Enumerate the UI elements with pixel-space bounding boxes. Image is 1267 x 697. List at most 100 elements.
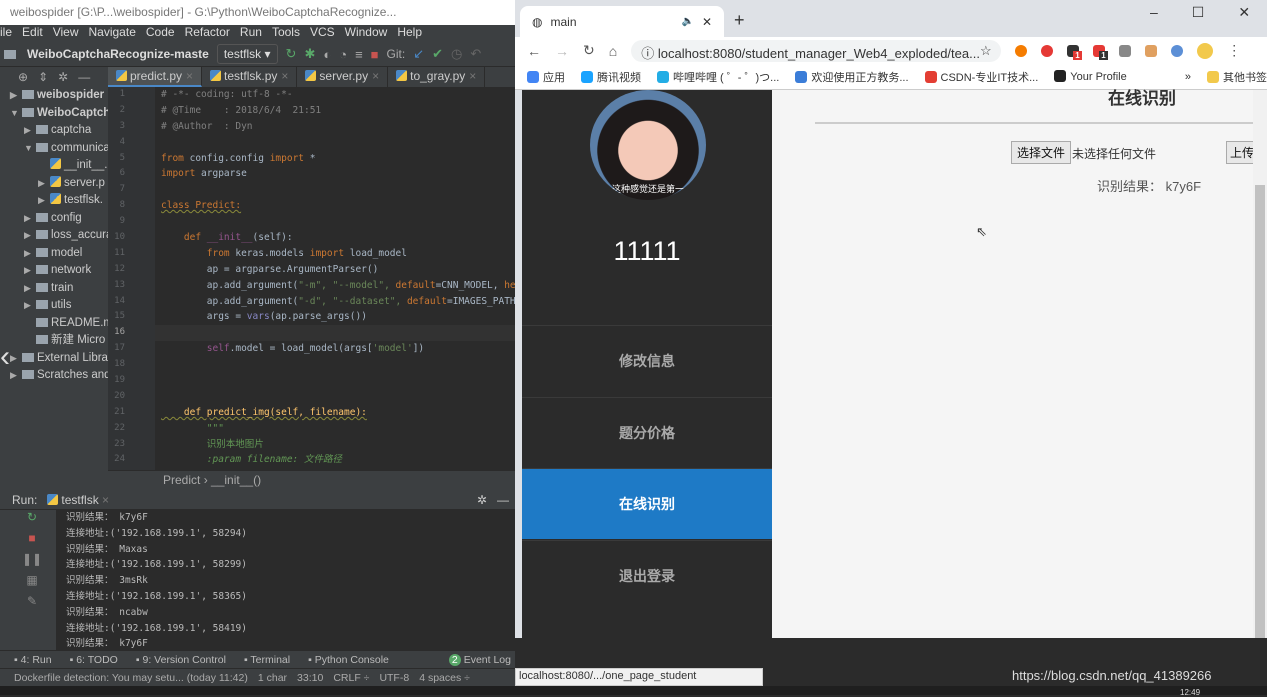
coverage-icon[interactable]: ◐ [323,47,331,62]
debug-icon[interactable]: ✱ [304,46,315,62]
minimize-icon[interactable]: – [1150,4,1158,21]
browser-tab[interactable]: ◍ main 🔈 ✕ [520,6,724,37]
git-commit-icon[interactable]: ✔ [432,46,443,62]
close-tab-icon[interactable]: ✕ [702,15,712,29]
status-encoding[interactable]: UTF-8 [379,672,409,684]
bookmark-item[interactable]: CSDN-专业IT技术... [924,69,1038,85]
home-icon[interactable]: ⌂ [609,43,617,59]
tree-item[interactable]: ▶ model [0,245,108,263]
tree-item[interactable]: ▶ utils [0,297,108,315]
breadcrumb-class[interactable]: Predict [163,473,200,487]
gear-icon[interactable]: ✲ [58,70,68,84]
menu-item-tools[interactable]: Tools [272,25,300,42]
extension-icon[interactable]: 1 [1093,44,1108,60]
pause-icon[interactable]: ❚❚ [8,552,56,573]
close-icon[interactable]: × [102,493,109,507]
run-tab[interactable]: testflsk × [47,493,109,507]
forward-icon[interactable]: → [555,43,569,59]
history-icon[interactable]: ◷ [451,46,462,62]
sidebar-item[interactable]: 退出登录 [522,539,772,611]
sidebar-item[interactable]: 修改信息 [522,325,772,396]
layout-icon[interactable]: ▦ [8,573,56,594]
locate-icon[interactable]: ⊕ [18,70,28,84]
bookmark-item[interactable]: 应用 [527,69,565,85]
audio-icon[interactable]: 🔈 [681,16,693,27]
project-name[interactable]: WeiboCaptchaRecognize-maste [27,47,209,61]
tree-item[interactable]: ▶ Scratches and [0,367,108,385]
tree-item[interactable]: ▶ loss_accura [0,227,108,245]
tree-item[interactable]: ▶ testflsk. [0,192,108,210]
menu-item-run[interactable]: Run [240,25,262,42]
bookmark-item[interactable]: Your Profile [1054,70,1127,83]
tree-item[interactable]: ▼ communica [0,140,108,158]
bookmark-star-icon[interactable]: ☆ [980,43,992,59]
status-message[interactable]: Dockerfile detection: You may setu... (t… [14,672,248,684]
tree-item[interactable]: ▶ config [0,210,108,228]
tab-server-py[interactable]: server.py × [297,67,389,87]
menu-item-refactor[interactable]: Refactor [185,25,230,42]
chevron-right-icon[interactable]: ▶ [24,297,36,315]
chevron-right-icon[interactable]: ▶ [24,122,36,140]
tab-predict-py[interactable]: predict.py × [108,67,203,87]
chevron-down-icon[interactable]: ▼ [24,140,36,158]
tree-item[interactable]: ▶ weibospider [0,87,108,105]
scrollbar-thumb[interactable] [1255,185,1265,638]
tab-to_gray-py[interactable]: to_gray.py × [388,67,486,87]
chevron-right-icon[interactable]: ▶ [38,192,50,210]
menu-item-edit[interactable]: Edit [22,25,43,42]
tool-window-versioncontrol[interactable]: ▪ 9: Version Control [136,654,226,666]
choose-file-button[interactable]: 选择文件 [1011,141,1072,164]
more-menu-icon[interactable]: ⋮ [1227,42,1241,59]
chevron-right-icon[interactable]: ▶ [24,227,36,245]
extension-icon[interactable] [1145,44,1158,57]
tool-window-terminal[interactable]: ▪ Terminal [244,654,290,666]
profile-avatar[interactable] [1197,42,1214,59]
menu-item-navigate[interactable]: Navigate [89,25,136,42]
run-config-select[interactable]: testflsk ▾ [216,44,278,64]
chevron-right-icon[interactable]: ▶ [24,262,36,280]
menu-item-vcs[interactable]: VCS [310,25,335,42]
sidebar-item[interactable]: 在线识别 [522,468,772,539]
close-icon[interactable]: × [186,69,193,83]
status-line-separator[interactable]: CRLF ÷ [333,672,369,684]
menu-item-ile[interactable]: ile [0,25,12,42]
tree-item[interactable]: README.m [0,315,108,333]
close-window-icon[interactable]: ✕ [1238,4,1250,21]
tree-item[interactable]: ▶ server.p [0,175,108,193]
menu-item-code[interactable]: Code [146,25,175,42]
upload-button[interactable]: 上传 [1226,141,1253,164]
menu-item-window[interactable]: Window [345,25,388,42]
status-position[interactable]: 33:10 [297,672,323,684]
chevron-right-icon[interactable]: ▶ [10,350,22,368]
profile-icon[interactable]: ◔ [339,47,347,62]
bookmark-item[interactable]: 其他书签 [1207,69,1267,85]
extension-icon[interactable]: 1 [1067,44,1082,60]
tree-item[interactable]: ▼ WeiboCaptch [0,105,108,123]
rerun-icon[interactable]: ↻ [286,46,297,62]
tree-item[interactable]: ▶ captcha [0,122,108,140]
chevron-right-icon[interactable]: ▶ [24,210,36,228]
gear-icon[interactable]: ✲ [477,493,487,507]
tree-item[interactable]: ▶ train [0,280,108,298]
sidebar-item[interactable]: 题分价格 [522,396,772,468]
extension-icon[interactable] [1171,44,1184,57]
tool-window-todo[interactable]: ▪ 6: TODO [70,654,118,666]
menu-item-help[interactable]: Help [397,25,422,42]
stop-icon[interactable]: ■ [8,531,56,552]
bookmark-item[interactable]: » [1185,71,1191,83]
tree-item[interactable]: __init__. [0,157,108,175]
tool-window-pythonconsole[interactable]: ▪ Python Console [308,654,389,666]
chevron-right-icon[interactable]: ▶ [10,367,22,385]
collapse-icon[interactable]: ⇕ [38,70,48,84]
reload-icon[interactable]: ↻ [583,42,595,59]
close-icon[interactable]: × [281,69,288,83]
chevron-right-icon[interactable]: ▶ [10,87,22,105]
status-indent[interactable]: 4 spaces ÷ [419,672,470,684]
tool-window-run[interactable]: ▪ 4: Run [14,654,52,666]
hide-icon[interactable]: — [78,70,90,84]
revert-icon[interactable]: ↶ [470,46,481,62]
close-icon[interactable]: × [469,69,476,83]
chevron-down-icon[interactable]: ▼ [10,105,22,123]
new-tab-button[interactable]: + [734,10,745,31]
adblock-icon[interactable] [1041,44,1054,57]
